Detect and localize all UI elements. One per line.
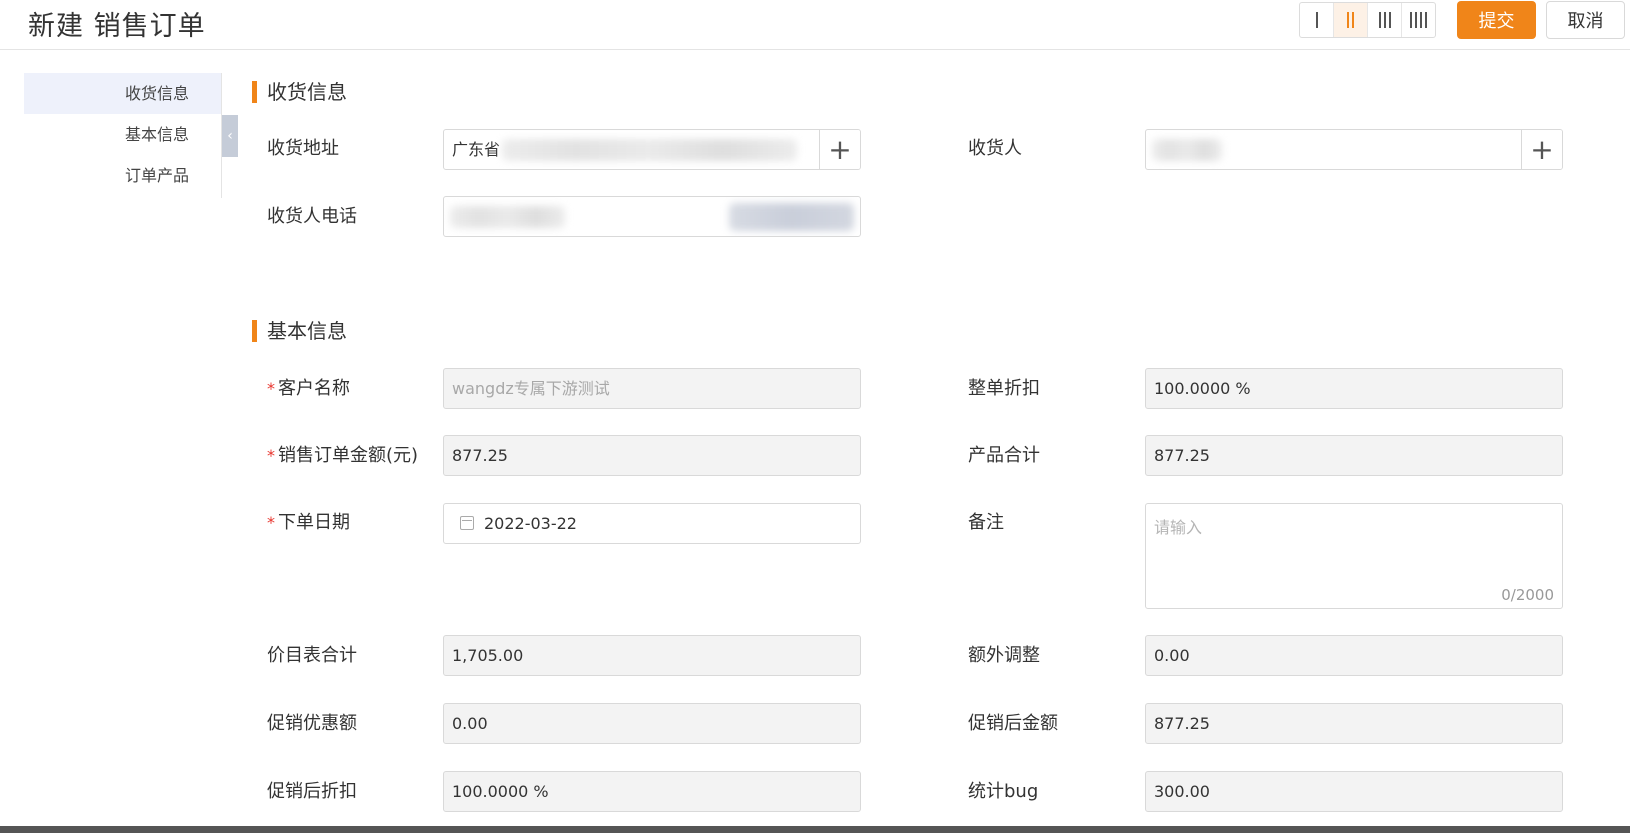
stat-bug-label: 统计bug bbox=[968, 781, 1039, 802]
extra-adjust-field[interactable]: 0.00 bbox=[1145, 635, 1563, 676]
promo-rate-field[interactable]: 100.0000 % bbox=[443, 771, 861, 812]
redacted-phone bbox=[450, 206, 565, 228]
address-field[interactable]: 广东省 + bbox=[443, 129, 861, 170]
four-column-icon bbox=[1410, 12, 1427, 28]
required-mark: * bbox=[267, 379, 275, 398]
section-nav: 收货信息 基本信息 订单产品 bbox=[24, 73, 222, 198]
product-total-field[interactable]: 877.25 bbox=[1145, 435, 1563, 476]
promo-amount-field[interactable]: 877.25 bbox=[1145, 703, 1563, 744]
promo-discount-field[interactable]: 0.00 bbox=[443, 703, 861, 744]
column-layout-switcher bbox=[1299, 2, 1436, 38]
redacted-address bbox=[502, 139, 797, 161]
amount-field[interactable]: 877.25 bbox=[443, 435, 861, 476]
phone-field[interactable] bbox=[443, 196, 861, 237]
required-mark: * bbox=[267, 513, 275, 532]
receiver-field[interactable]: + bbox=[1145, 129, 1563, 170]
one-column-button[interactable] bbox=[1300, 3, 1334, 37]
promo-rate-value: 100.0000 % bbox=[452, 782, 549, 801]
product-total-label: 产品合计 bbox=[968, 445, 1040, 466]
remark-placeholder: 请输入 bbox=[1154, 518, 1203, 537]
promo-amount-value: 877.25 bbox=[1154, 714, 1210, 733]
add-address-icon[interactable]: + bbox=[819, 130, 860, 169]
address-label: 收货地址 bbox=[267, 138, 339, 159]
discount-field[interactable]: 100.0000 % bbox=[1145, 368, 1563, 409]
phone-label: 收货人电话 bbox=[267, 206, 357, 227]
add-receiver-icon[interactable]: + bbox=[1521, 130, 1562, 169]
amount-value: 877.25 bbox=[452, 446, 508, 465]
required-mark: * bbox=[267, 446, 275, 465]
section-title-shipping: 收货信息 bbox=[252, 80, 347, 104]
redacted-receiver bbox=[1152, 139, 1222, 161]
chevron-left-icon: ‹ bbox=[227, 128, 233, 144]
two-column-icon bbox=[1347, 12, 1354, 28]
two-column-button[interactable] bbox=[1334, 3, 1368, 37]
stat-bug-field[interactable]: 300.00 bbox=[1145, 771, 1563, 812]
calendar-icon bbox=[460, 516, 474, 530]
product-total-value: 877.25 bbox=[1154, 446, 1210, 465]
amount-label: * 销售订单金额(元) bbox=[267, 445, 419, 466]
extra-adjust-label: 额外调整 bbox=[968, 645, 1040, 666]
three-column-icon bbox=[1378, 12, 1391, 28]
nav-item-products[interactable]: 订单产品 bbox=[24, 155, 221, 196]
date-picker[interactable]: 2022-03-22 bbox=[443, 503, 861, 544]
promo-amount-label: 促销后金额 bbox=[968, 713, 1058, 734]
four-column-button[interactable] bbox=[1402, 3, 1435, 37]
page-header: 新建 销售订单 提交 取消 bbox=[0, 0, 1630, 50]
one-column-icon bbox=[1315, 12, 1318, 28]
extra-adjust-value: 0.00 bbox=[1154, 646, 1190, 665]
remark-counter: 0/2000 bbox=[1501, 586, 1554, 604]
submit-button[interactable]: 提交 bbox=[1457, 1, 1536, 39]
three-column-button[interactable] bbox=[1368, 3, 1402, 37]
nav-collapse-handle[interactable]: ‹ bbox=[222, 115, 238, 157]
cancel-button[interactable]: 取消 bbox=[1546, 1, 1625, 39]
promo-discount-label: 促销优惠额 bbox=[267, 713, 357, 734]
discount-value: 100.0000 % bbox=[1154, 379, 1251, 398]
date-label: * 下单日期 bbox=[267, 512, 350, 533]
date-value: 2022-03-22 bbox=[484, 514, 577, 533]
receiver-label: 收货人 bbox=[968, 138, 1022, 159]
pricelist-total-field[interactable]: 1,705.00 bbox=[443, 635, 861, 676]
pricelist-total-value: 1,705.00 bbox=[452, 646, 524, 665]
remark-label: 备注 bbox=[968, 512, 1004, 533]
promo-rate-label: 促销后折扣 bbox=[267, 781, 357, 802]
customer-value: wangdz专属下游测试 bbox=[452, 379, 610, 398]
customer-label: * 客户名称 bbox=[267, 378, 350, 399]
stat-bug-value: 300.00 bbox=[1154, 782, 1210, 801]
customer-field[interactable]: wangdz专属下游测试 bbox=[443, 368, 861, 409]
redacted-phone-extra bbox=[729, 203, 854, 231]
section-title-basic: 基本信息 bbox=[252, 319, 347, 343]
remark-textarea[interactable]: 请输入 0/2000 bbox=[1145, 503, 1563, 609]
page-title: 新建 销售订单 bbox=[28, 11, 206, 42]
nav-item-shipping[interactable]: 收货信息 bbox=[24, 73, 221, 114]
pricelist-total-label: 价目表合计 bbox=[267, 645, 357, 666]
address-value: 广东省 bbox=[452, 140, 501, 159]
promo-discount-value: 0.00 bbox=[452, 714, 488, 733]
discount-label: 整单折扣 bbox=[968, 378, 1040, 399]
nav-item-basic[interactable]: 基本信息 bbox=[24, 114, 221, 155]
bottom-bar bbox=[0, 826, 1630, 833]
